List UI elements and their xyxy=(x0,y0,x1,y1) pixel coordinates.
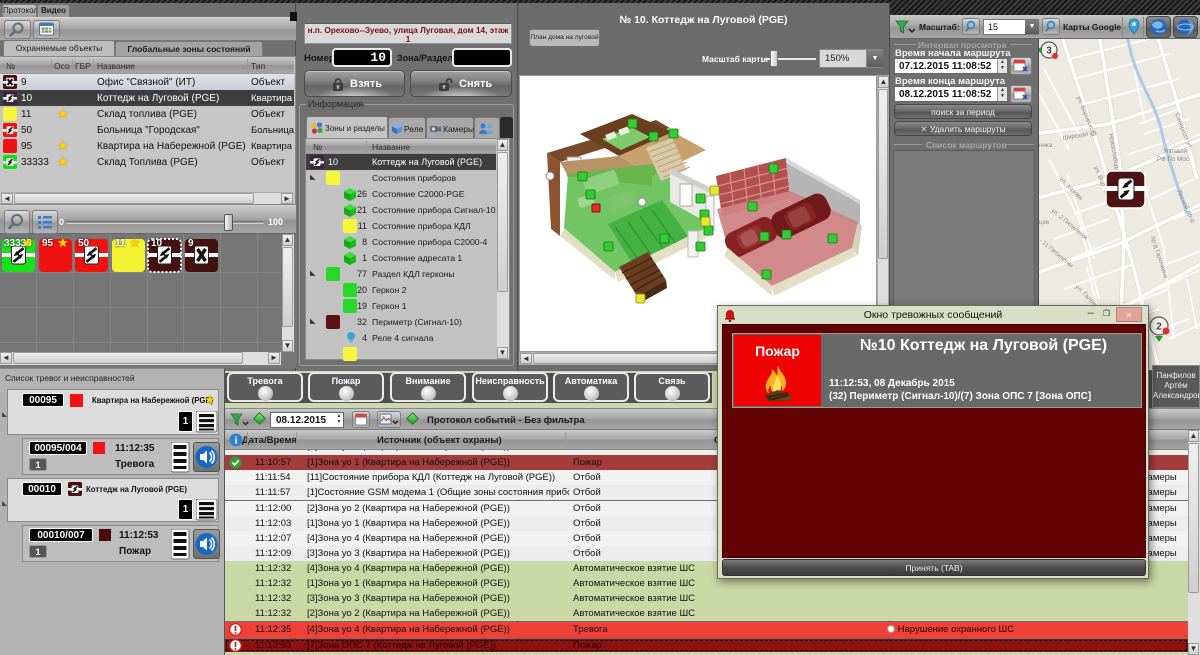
svg-text:цев: цев xyxy=(1039,219,1050,226)
svg-text:ника: ника xyxy=(1039,142,1053,149)
svg-text:2: 2 xyxy=(1156,322,1162,333)
svg-text:РФ По Мос: РФ По Мос xyxy=(1157,156,1189,163)
svg-text:i: i xyxy=(235,436,238,447)
svg-text:Управля: Управля xyxy=(1163,148,1187,155)
svg-text:3: 3 xyxy=(1046,46,1052,57)
